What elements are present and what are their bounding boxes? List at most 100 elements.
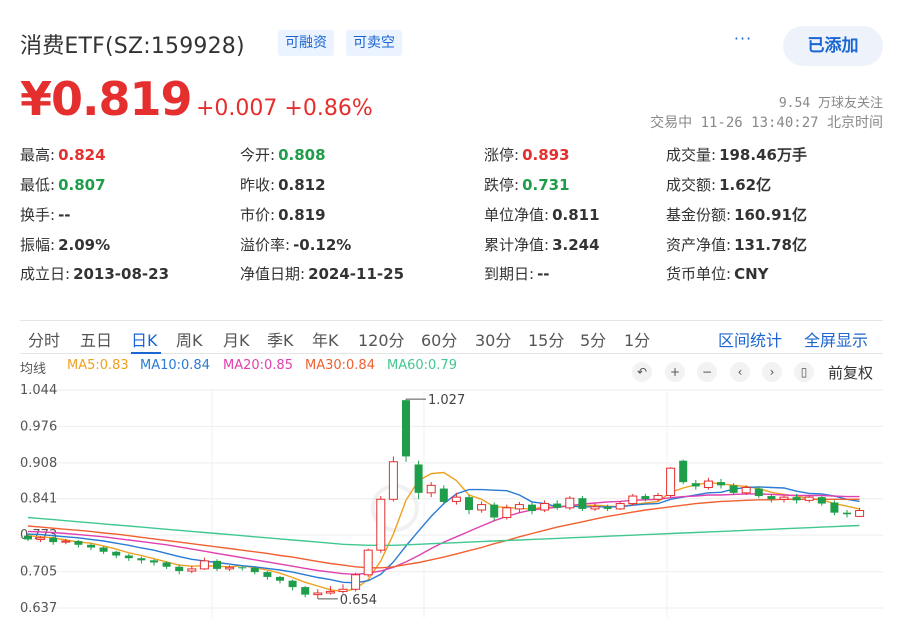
candle-up — [225, 566, 235, 570]
candle-up — [199, 560, 209, 570]
short-selling-tag[interactable]: 可卖空 — [346, 30, 402, 56]
y-tick-label: 0.908 — [20, 456, 57, 471]
trading-status: 交易中 11-26 13:40:27 北京时间 — [650, 115, 883, 131]
y-tick-label: 0.637 — [20, 601, 57, 616]
ma-legend-item: MA30:0.84 — [305, 358, 375, 373]
active-tab-underline — [131, 352, 161, 354]
candle-up — [779, 496, 789, 500]
quote-cell: 振幅: 2.09% — [20, 234, 110, 255]
more-options-icon[interactable]: ··· — [730, 26, 756, 56]
quote-value: 131.78亿 — [734, 236, 807, 254]
candle-down — [439, 488, 448, 502]
candle-down — [263, 572, 272, 577]
candle-down — [843, 512, 851, 515]
candle-down — [490, 504, 499, 518]
scroll-left-icon[interactable]: ‹ — [730, 362, 750, 382]
tab-10[interactable]: 15分 — [528, 327, 564, 351]
quote-label: 净值日期: — [240, 265, 306, 283]
candlestick-chart[interactable]: 1.0440.9760.9080.8410.7730.7050.6371.027… — [0, 380, 903, 619]
tab-2[interactable]: 日K — [131, 327, 158, 351]
candle-down — [679, 460, 688, 483]
candle-up — [565, 497, 575, 509]
tab-5[interactable]: 季K — [267, 327, 294, 351]
interval-stats-button[interactable]: 区间统计 — [718, 327, 782, 351]
quote-cell: 换手: -- — [20, 204, 71, 225]
quote-cell: 累计净值: 3.244 — [484, 234, 600, 255]
tab-0[interactable]: 分时 — [28, 327, 60, 351]
candle-up — [615, 503, 625, 510]
quote-cell: 成交额: 1.62亿 — [666, 174, 771, 195]
candle-down — [402, 400, 410, 457]
ma-legend: 均线 MA5:0.83 MA10:0.84 MA20:0.85 MA30:0.84 MA6… — [20, 357, 883, 381]
candle-up — [477, 504, 487, 511]
current-price: ¥0.819 — [20, 72, 193, 126]
scroll-right-icon[interactable]: › — [762, 362, 782, 382]
candle-up — [351, 574, 361, 590]
candle-down — [817, 497, 826, 504]
quote-cell: 市价: 0.819 — [240, 204, 326, 225]
y-tick-label: 1.044 — [20, 383, 57, 398]
quote-value: 2013-08-23 — [73, 265, 170, 283]
candle-down — [99, 547, 108, 552]
ma-line-ma60 — [27, 516, 860, 547]
tab-6[interactable]: 年K — [312, 327, 339, 351]
tab-7[interactable]: 120分 — [358, 327, 405, 351]
quote-value: 3.244 — [552, 236, 600, 254]
candle-up — [338, 588, 348, 592]
added-to-watchlist-button[interactable]: 已添加 — [783, 26, 883, 66]
candle-up — [741, 486, 751, 494]
quote-label: 涨停: — [484, 146, 520, 164]
tab-1[interactable]: 五日 — [80, 327, 112, 351]
quote-value: CNY — [734, 265, 769, 283]
candle-up — [451, 496, 461, 502]
quote-label: 累计净值: — [484, 236, 550, 254]
candle-down — [414, 464, 423, 493]
candle-up — [502, 507, 512, 518]
quote-label: 资产净值: — [666, 236, 732, 254]
tab-11[interactable]: 5分 — [580, 327, 606, 351]
fullscreen-button[interactable]: 全屏显示 — [804, 327, 868, 351]
candle-up — [376, 498, 386, 551]
zoom-out-icon[interactable]: − — [697, 362, 717, 382]
quote-cell: 今开: 0.808 — [240, 144, 326, 165]
tab-3[interactable]: 周K — [176, 327, 203, 351]
margin-financing-tag[interactable]: 可融资 — [278, 30, 334, 56]
candle-down — [641, 496, 650, 500]
candle-down — [49, 537, 58, 543]
price-change: +0.007 +0.86% — [196, 96, 373, 121]
candle-down — [250, 567, 259, 573]
ma-legend-item: MA20:0.85 — [223, 358, 293, 373]
followers-count[interactable]: 9.54 万球友关注 — [779, 92, 883, 111]
annotation-label: 0.654 — [340, 593, 377, 608]
quote-cell: 最低: 0.807 — [20, 174, 106, 195]
candle-up — [653, 495, 663, 500]
tab-8[interactable]: 60分 — [421, 327, 457, 351]
quote-cell: 涨停: 0.893 — [484, 144, 570, 165]
quote-value: 0.811 — [552, 206, 600, 224]
reset-icon[interactable]: ↶ — [632, 362, 652, 382]
candle-up — [666, 467, 676, 497]
candle-up — [804, 496, 814, 501]
candle-up — [514, 504, 524, 510]
quote-cell: 单位净值: 0.811 — [484, 204, 600, 225]
candle-up — [363, 549, 373, 576]
candle-up — [590, 506, 600, 510]
quote-label: 振幅: — [20, 236, 56, 254]
quote-value: -- — [537, 265, 550, 283]
candle-down — [767, 496, 776, 500]
tab-12[interactable]: 1分 — [624, 327, 650, 351]
quote-cell: 到期日: -- — [484, 263, 550, 284]
quote-label: 成交量: — [666, 146, 717, 164]
ma-legend-item: MA60:0.79 — [387, 358, 457, 373]
ma-legend-title[interactable]: 均线 — [20, 358, 46, 377]
tab-4[interactable]: 月K — [223, 327, 250, 351]
zoom-in-icon[interactable]: + — [665, 362, 685, 382]
candle-style-icon[interactable]: ▯ — [794, 362, 814, 382]
quote-value: 0.807 — [58, 176, 106, 194]
candle-down — [112, 551, 121, 556]
tab-9[interactable]: 30分 — [475, 327, 511, 351]
quote-label: 成交额: — [666, 176, 717, 194]
period-tabs: 分时 五日 日K 周K 月K 季K 年K 120分 60分 30分 15分 5分 1分 区间统计 全屏显示 — [20, 320, 883, 354]
candle-down — [717, 482, 725, 486]
quote-value: 0.824 — [58, 146, 106, 164]
